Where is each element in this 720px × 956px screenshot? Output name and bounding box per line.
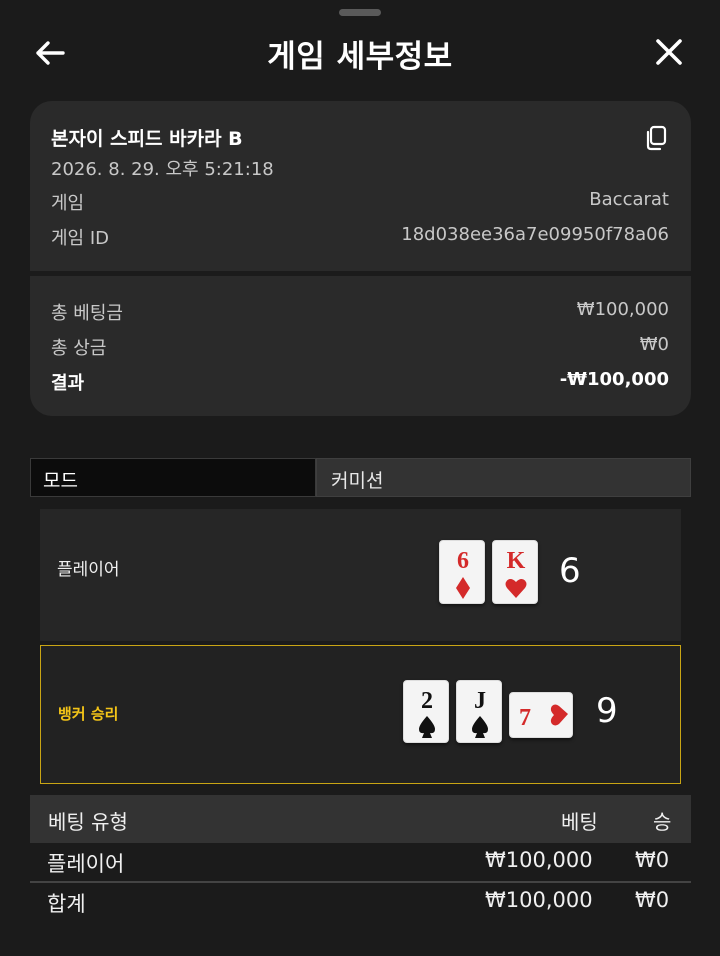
heart-icon bbox=[550, 704, 568, 726]
drag-handle[interactable] bbox=[339, 9, 381, 16]
column-bet: 베팅 bbox=[561, 810, 598, 834]
card-rank: K bbox=[507, 548, 526, 574]
bet-type: 플레이어 bbox=[47, 852, 125, 876]
game-details-sheet: 게임 세부정보 본자이 스피드 바카라 B 2026. 8. 29. 오후 5:… bbox=[0, 0, 720, 956]
win-amount: ₩0 bbox=[635, 848, 670, 872]
playing-card: 2 bbox=[403, 680, 449, 743]
spade-icon bbox=[419, 716, 435, 738]
mode-value: 커미션 bbox=[331, 470, 384, 492]
mode-label-cell: 모드 bbox=[30, 458, 316, 497]
banker-score: 9 bbox=[596, 691, 618, 731]
playing-card: 6 bbox=[439, 540, 485, 604]
divider bbox=[30, 271, 691, 276]
total-bet-label: 총 베팅금 bbox=[51, 303, 123, 324]
total-win-amount: ₩0 bbox=[635, 888, 670, 912]
card-rank: 6 bbox=[457, 548, 469, 574]
mode-label: 모드 bbox=[43, 470, 78, 492]
header: 게임 세부정보 bbox=[0, 22, 720, 84]
total-bet-amount: ₩100,000 bbox=[485, 888, 593, 912]
playing-card: 7 bbox=[509, 692, 573, 738]
game-datetime: 2026. 8. 29. 오후 5:21:18 bbox=[51, 159, 274, 180]
card-rank: 7 bbox=[519, 705, 531, 731]
page-title: 게임 세부정보 bbox=[267, 39, 453, 75]
heart-icon bbox=[505, 579, 527, 598]
total-win-value: ₩0 bbox=[639, 334, 669, 355]
banker-hand-label: 뱅커 승리 bbox=[58, 705, 119, 723]
diamond-icon bbox=[456, 577, 470, 599]
total-row: 합계 ₩100,000 ₩0 bbox=[30, 883, 691, 921]
player-hand: 플레이어 6 K 6 bbox=[40, 509, 681, 641]
playing-card: K bbox=[492, 540, 538, 604]
result-label: 결과 bbox=[51, 373, 85, 394]
spade-icon bbox=[472, 716, 488, 738]
banker-hand: 뱅커 승리 2 J 7 9 bbox=[40, 645, 681, 784]
bets-table-header: 베팅 유형 베팅 승 bbox=[30, 795, 691, 843]
game-id-value: 18d038ee36a7e09950f78a06 bbox=[401, 224, 669, 245]
game-value: Baccarat bbox=[589, 189, 669, 210]
mode-value-cell: 커미션 bbox=[316, 458, 691, 497]
column-win: 승 bbox=[653, 810, 672, 834]
table-name: 본자이 스피드 바카라 B bbox=[51, 128, 243, 150]
copy-icon[interactable] bbox=[643, 124, 669, 152]
total-bet-value: ₩100,000 bbox=[576, 299, 669, 320]
mode-row: 모드 커미션 bbox=[30, 458, 691, 497]
game-summary-card: 본자이 스피드 바카라 B 2026. 8. 29. 오후 5:21:18 게임… bbox=[30, 101, 691, 416]
player-score: 6 bbox=[559, 551, 581, 591]
playing-card: J bbox=[456, 680, 502, 743]
player-hand-label: 플레이어 bbox=[57, 560, 120, 580]
result-value: -₩100,000 bbox=[559, 369, 669, 390]
table-row: 플레이어 ₩100,000 ₩0 bbox=[30, 843, 691, 881]
card-rank: 2 bbox=[421, 688, 433, 714]
close-icon[interactable] bbox=[654, 37, 684, 67]
bet-amount: ₩100,000 bbox=[485, 848, 593, 872]
game-id-label: 게임 ID bbox=[51, 228, 110, 249]
column-bet-type: 베팅 유형 bbox=[48, 810, 128, 834]
game-label: 게임 bbox=[51, 193, 85, 214]
total-win-label: 총 상금 bbox=[51, 338, 107, 359]
total-label: 합계 bbox=[47, 892, 86, 916]
card-rank: J bbox=[474, 688, 486, 714]
